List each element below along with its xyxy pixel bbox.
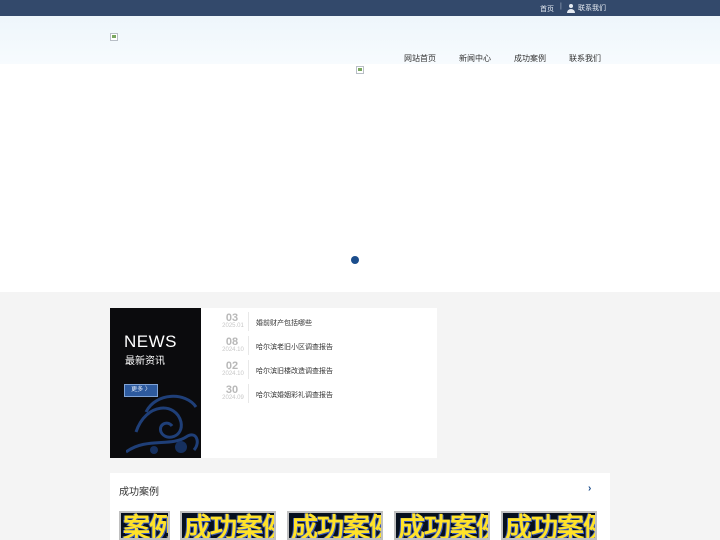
news-year-month: 2024.10 — [222, 347, 244, 353]
divider — [248, 384, 249, 403]
top-utility-bar: 首页 | 联系我们 — [0, 0, 720, 16]
case-thumbnail-text: 成功案例 — [291, 513, 381, 540]
decorative-swirl-icon — [126, 394, 199, 454]
case-thumbnail[interactable]: 成功案例 — [180, 511, 276, 540]
case-thumbnail-text: 成功案例 — [505, 513, 595, 540]
news-item[interactable]: 30 2024.09 哈尔滨婚姻彩礼调查报告 — [214, 382, 434, 404]
news-item[interactable]: 03 2025.01 婚前财产包括哪些 — [214, 310, 434, 332]
top-separator: | — [560, 3, 562, 10]
cases-heading: 成功案例 — [119, 487, 159, 498]
news-title-link[interactable]: 哈尔滨婚姻彩礼调查报告 — [256, 390, 333, 400]
case-thumbnail[interactable]: 成功案例 — [287, 511, 383, 540]
news-heading: NEWS — [124, 332, 177, 351]
case-thumbnail-text: 成功案例 — [398, 513, 488, 540]
case-thumbnail[interactable]: 成功案例 — [501, 511, 597, 540]
case-thumbnail-text: 案例 — [123, 513, 170, 540]
news-item[interactable]: 02 2024.10 哈尔滨旧楼改造调查报告 — [214, 358, 434, 380]
news-subheading: 最新资讯 — [125, 356, 165, 367]
banner-broken-image[interactable] — [356, 66, 364, 74]
user-icon — [567, 3, 575, 13]
news-year-month: 2024.10 — [222, 371, 244, 377]
slider-dot-active[interactable] — [351, 256, 359, 264]
nav-item-news[interactable]: 新闻中心 — [459, 53, 491, 64]
divider — [248, 360, 249, 379]
top-home-link[interactable]: 首页 — [540, 4, 554, 14]
divider — [248, 312, 249, 331]
logo-broken-image[interactable] — [110, 33, 118, 41]
top-contact-label: 联系我们 — [578, 5, 606, 12]
news-item[interactable]: 08 2024.10 哈尔滨老旧小区调查报告 — [214, 334, 434, 356]
case-thumbnail[interactable]: 案例 — [119, 511, 170, 540]
divider — [248, 336, 249, 355]
news-year-month: 2024.09 — [222, 395, 244, 401]
nav-item-contact[interactable]: 联系我们 — [569, 53, 601, 64]
news-title-link[interactable]: 哈尔滨旧楼改造调查报告 — [256, 366, 333, 376]
nav-item-home[interactable]: 网站首页 — [404, 53, 436, 64]
cases-section: 成功案例 › 案例 成功案例 成功案例 成功案例 成功案例 — [110, 473, 610, 540]
case-thumbnail[interactable]: 成功案例 — [394, 511, 490, 540]
nav-item-cases[interactable]: 成功案例 — [514, 53, 546, 64]
news-header-block: NEWS 最新资讯 更多 〉 — [110, 308, 201, 458]
top-contact-link[interactable]: 联系我们 — [567, 3, 606, 13]
news-title-link[interactable]: 婚前财产包括哪些 — [256, 318, 312, 328]
site-header: 网站首页 新闻中心 成功案例 联系我们 — [0, 16, 720, 64]
case-thumbnail-text: 成功案例 — [184, 513, 274, 540]
news-year-month: 2025.01 — [222, 323, 244, 329]
news-panel: NEWS 最新资讯 更多 〉 03 2025.01 婚前财产包括哪些 08 20… — [110, 308, 437, 458]
news-title-link[interactable]: 哈尔滨老旧小区调查报告 — [256, 342, 333, 352]
cases-more-arrow-icon[interactable]: › — [588, 483, 591, 494]
banner-slider — [0, 64, 720, 292]
